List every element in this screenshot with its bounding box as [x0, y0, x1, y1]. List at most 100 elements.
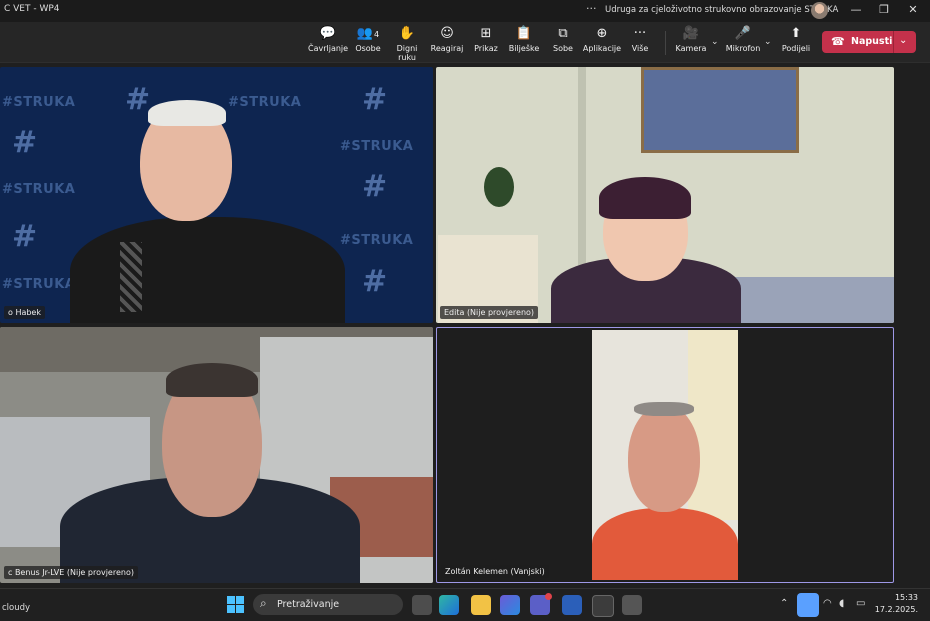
- hash-icon: #: [12, 219, 38, 254]
- microphone-label: Mikrofon: [725, 44, 761, 53]
- window-title: C VET - WP4: [4, 4, 60, 14]
- view-button[interactable]: ⊞ Prikaz: [466, 26, 506, 53]
- smiley-icon: ☺: [440, 26, 454, 41]
- participant-name-label: Zoltán Kelemen (Vanjski): [441, 565, 549, 578]
- organization-name: Udruga za cjeloživotno strukovno obrazov…: [605, 5, 839, 15]
- chat-label: Čavrljanje: [308, 44, 349, 53]
- raise-hand-button[interactable]: ✋ Digni ruku: [387, 26, 427, 62]
- participant-name-label: c Benus Jr-LVE (Nije provjereno): [4, 566, 138, 579]
- wifi-icon[interactable]: ◠: [823, 598, 832, 609]
- camera-button[interactable]: 🎥 Kamera: [671, 26, 711, 53]
- react-button[interactable]: ☺ Reagiraj: [427, 26, 467, 53]
- participant-hair: [166, 363, 258, 397]
- apps-button[interactable]: ⊕ Aplikacije: [582, 26, 622, 53]
- hash-icon: #: [12, 125, 38, 160]
- participant-hair: [634, 402, 694, 416]
- video-tile-participant-2[interactable]: Edita (Nije provjereno): [436, 67, 894, 323]
- people-button[interactable]: 👥4 Osobe: [348, 26, 388, 53]
- more-button[interactable]: ··· Više: [620, 26, 660, 53]
- leave-label: Napusti: [851, 36, 893, 47]
- hash-icon: #: [362, 264, 388, 299]
- grid-view-icon: ⊞: [480, 26, 492, 41]
- backdrop-text: #STRUKA: [228, 95, 302, 110]
- more-options-icon[interactable]: ···: [586, 2, 597, 15]
- notes-icon: 📋: [515, 26, 533, 41]
- volume-icon[interactable]: ◖: [839, 598, 844, 609]
- backdrop-text: #STRUKA: [2, 95, 76, 110]
- react-label: Reagiraj: [430, 44, 464, 53]
- leave-button[interactable]: ☎ Napusti ⌄: [822, 31, 916, 53]
- notes-button[interactable]: 📋 Bilješke: [504, 26, 544, 53]
- portrait-video: [592, 330, 738, 580]
- word-icon[interactable]: [562, 595, 582, 615]
- user-avatar[interactable]: [811, 2, 828, 19]
- tray-chevron-up-icon[interactable]: ⌃: [780, 598, 788, 609]
- settings-gear-icon[interactable]: [622, 595, 642, 615]
- apps-plus-icon: ⊕: [596, 26, 608, 41]
- sweater-pattern: [120, 242, 142, 312]
- wall-painting: [641, 67, 799, 153]
- close-button[interactable]: ✕: [903, 3, 923, 16]
- battery-icon[interactable]: ▭: [856, 598, 865, 609]
- video-tile-participant-3[interactable]: c Benus Jr-LVE (Nije provjereno): [0, 327, 433, 583]
- backdrop-text: #STRUKA: [2, 182, 76, 197]
- copilot-icon[interactable]: [500, 595, 520, 615]
- notes-label: Bilješke: [508, 44, 540, 53]
- more-label: Više: [631, 44, 649, 53]
- search-icon: ⌕: [260, 596, 267, 610]
- hash-icon: #: [362, 169, 388, 204]
- chat-button[interactable]: 💬 Čavrljanje: [308, 26, 348, 53]
- people-count: 4: [374, 30, 380, 39]
- microphone-icon: 🎤: [734, 26, 752, 41]
- video-tile-participant-1[interactable]: #STRUKA # #STRUKA # # #STRUKA #STRUKA # …: [0, 67, 433, 323]
- rooms-label: Sobe: [553, 44, 573, 53]
- file-explorer-icon[interactable]: [471, 595, 491, 615]
- video-tile-participant-4[interactable]: Zoltán Kelemen (Vanjski): [436, 327, 894, 583]
- apps-label: Aplikacije: [582, 44, 622, 53]
- clock-date: 17.2.2025.: [874, 605, 918, 614]
- participant-name-label: Edita (Nije provjereno): [440, 306, 539, 319]
- participant-body: [592, 508, 738, 580]
- notification-badge: [545, 593, 552, 600]
- task-view-icon[interactable]: [412, 595, 432, 615]
- people-label: Osobe: [355, 44, 381, 53]
- store-icon[interactable]: [592, 595, 614, 617]
- camera-label: Kamera: [675, 44, 707, 53]
- windows-taskbar: cloudy ⌕ Pretraživanje ⌃ ◠ ◖ ▭ 15:33 17.…: [0, 588, 930, 621]
- leave-options-chevron-icon[interactable]: ⌄: [899, 35, 907, 46]
- restore-button[interactable]: ❐: [874, 3, 894, 16]
- title-bar: C VET - WP4 ··· Udruga za cjeloživotno s…: [0, 0, 930, 22]
- weather-label[interactable]: cloudy: [2, 603, 30, 613]
- raise-hand-label: Digni ruku: [396, 44, 418, 62]
- search-placeholder: Pretraživanje: [277, 599, 340, 610]
- start-windows-icon[interactable]: [227, 596, 244, 613]
- share-button[interactable]: ⬆ Podijeli: [776, 26, 816, 53]
- sofa: [726, 277, 894, 323]
- curtain: [688, 330, 738, 520]
- more-icon: ···: [633, 26, 647, 41]
- participant-hair: [148, 100, 226, 126]
- rooms-icon: ⧉: [558, 26, 568, 41]
- backdrop-text: #STRUKA: [340, 139, 414, 154]
- phone-hangup-icon: ☎: [831, 35, 845, 48]
- hash-icon: #: [362, 82, 388, 117]
- participant-hair: [599, 177, 691, 219]
- share-icon: ⬆: [790, 26, 802, 41]
- microphone-in-use-icon[interactable]: [797, 593, 819, 617]
- taskbar-search-box[interactable]: ⌕ Pretraživanje: [253, 594, 403, 615]
- backdrop-text: #STRUKA: [340, 233, 414, 248]
- participant-face: [628, 404, 700, 512]
- microphone-options-chevron-icon[interactable]: ⌄: [764, 37, 772, 47]
- teams-icon[interactable]: [530, 593, 552, 615]
- edge-browser-icon[interactable]: [439, 595, 459, 615]
- minimize-button[interactable]: —: [846, 3, 866, 16]
- leave-divider: [893, 31, 894, 53]
- rooms-button[interactable]: ⧉ Sobe: [543, 26, 583, 53]
- microphone-button[interactable]: 🎤 Mikrofon: [723, 26, 763, 53]
- view-label: Prikaz: [474, 44, 498, 53]
- plant: [484, 167, 514, 207]
- system-clock[interactable]: 15:33 17.2.2025.: [872, 592, 918, 616]
- people-icon: 👥4: [356, 26, 380, 41]
- camera-options-chevron-icon[interactable]: ⌄: [711, 37, 719, 47]
- share-label: Podijeli: [781, 44, 811, 53]
